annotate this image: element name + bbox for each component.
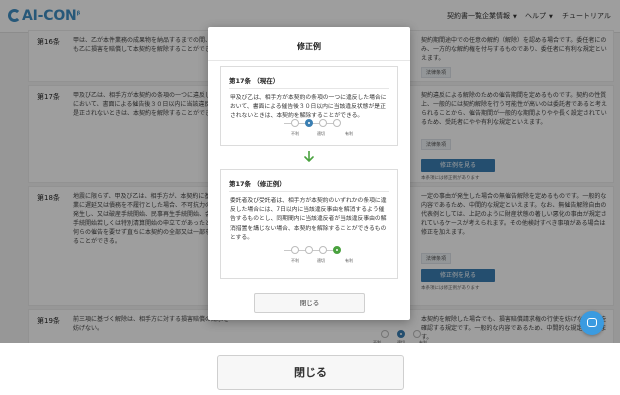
current-clause-card: 第17条 （現在） 甲及び乙は、相手方が本契約の条項の一つに違反した場合において… bbox=[220, 66, 398, 146]
divider bbox=[229, 88, 389, 89]
scale-label: 適切 bbox=[317, 131, 325, 136]
scale-label: 不利 bbox=[291, 258, 299, 263]
rating-scale: 不利 適切 有利 bbox=[221, 119, 397, 141]
revision-modal: 修正例 第17条 （現在） 甲及び乙は、相手方が本契約の条項の一つに違反した場合… bbox=[208, 27, 410, 320]
scale-point-selected bbox=[305, 119, 313, 127]
card-heading: 第17条 （修正例） bbox=[229, 180, 286, 188]
card-heading: 第17条 （現在） bbox=[229, 77, 280, 85]
divider bbox=[208, 60, 410, 61]
modal-title: 修正例 bbox=[297, 42, 321, 51]
scale-point bbox=[333, 119, 341, 127]
modal-close-button[interactable]: 閉じる bbox=[254, 293, 365, 313]
scale-point bbox=[305, 246, 313, 254]
scale-label: 有利 bbox=[345, 131, 353, 136]
scale-point bbox=[319, 246, 327, 254]
scale-point-selected bbox=[333, 246, 341, 254]
scale-label: 不利 bbox=[291, 131, 299, 136]
scale-point bbox=[291, 119, 299, 127]
card-body: 甲及び乙は、相手方が本契約の条項の一つに違反した場合において、書面による催告後３… bbox=[230, 95, 387, 120]
chat-icon[interactable] bbox=[580, 311, 604, 335]
revised-clause-card: 第17条 （修正例） 委託者及び受託者は、相手方が本契約のいずれかの条項に違反し… bbox=[220, 169, 398, 279]
scale-point bbox=[319, 119, 327, 127]
rating-scale: 不利 適切 有利 bbox=[221, 246, 397, 268]
divider bbox=[229, 191, 389, 192]
close-button[interactable]: 閉じる bbox=[217, 355, 404, 390]
arrow-down-icon bbox=[304, 151, 314, 162]
card-body: 委託者及び受託者は、相手方が本契約のいずれかの条項に違反した場合には、7日以内に… bbox=[230, 198, 387, 241]
scale-label: 有利 bbox=[345, 258, 353, 263]
scale-label: 適切 bbox=[317, 258, 325, 263]
scale-point bbox=[291, 246, 299, 254]
